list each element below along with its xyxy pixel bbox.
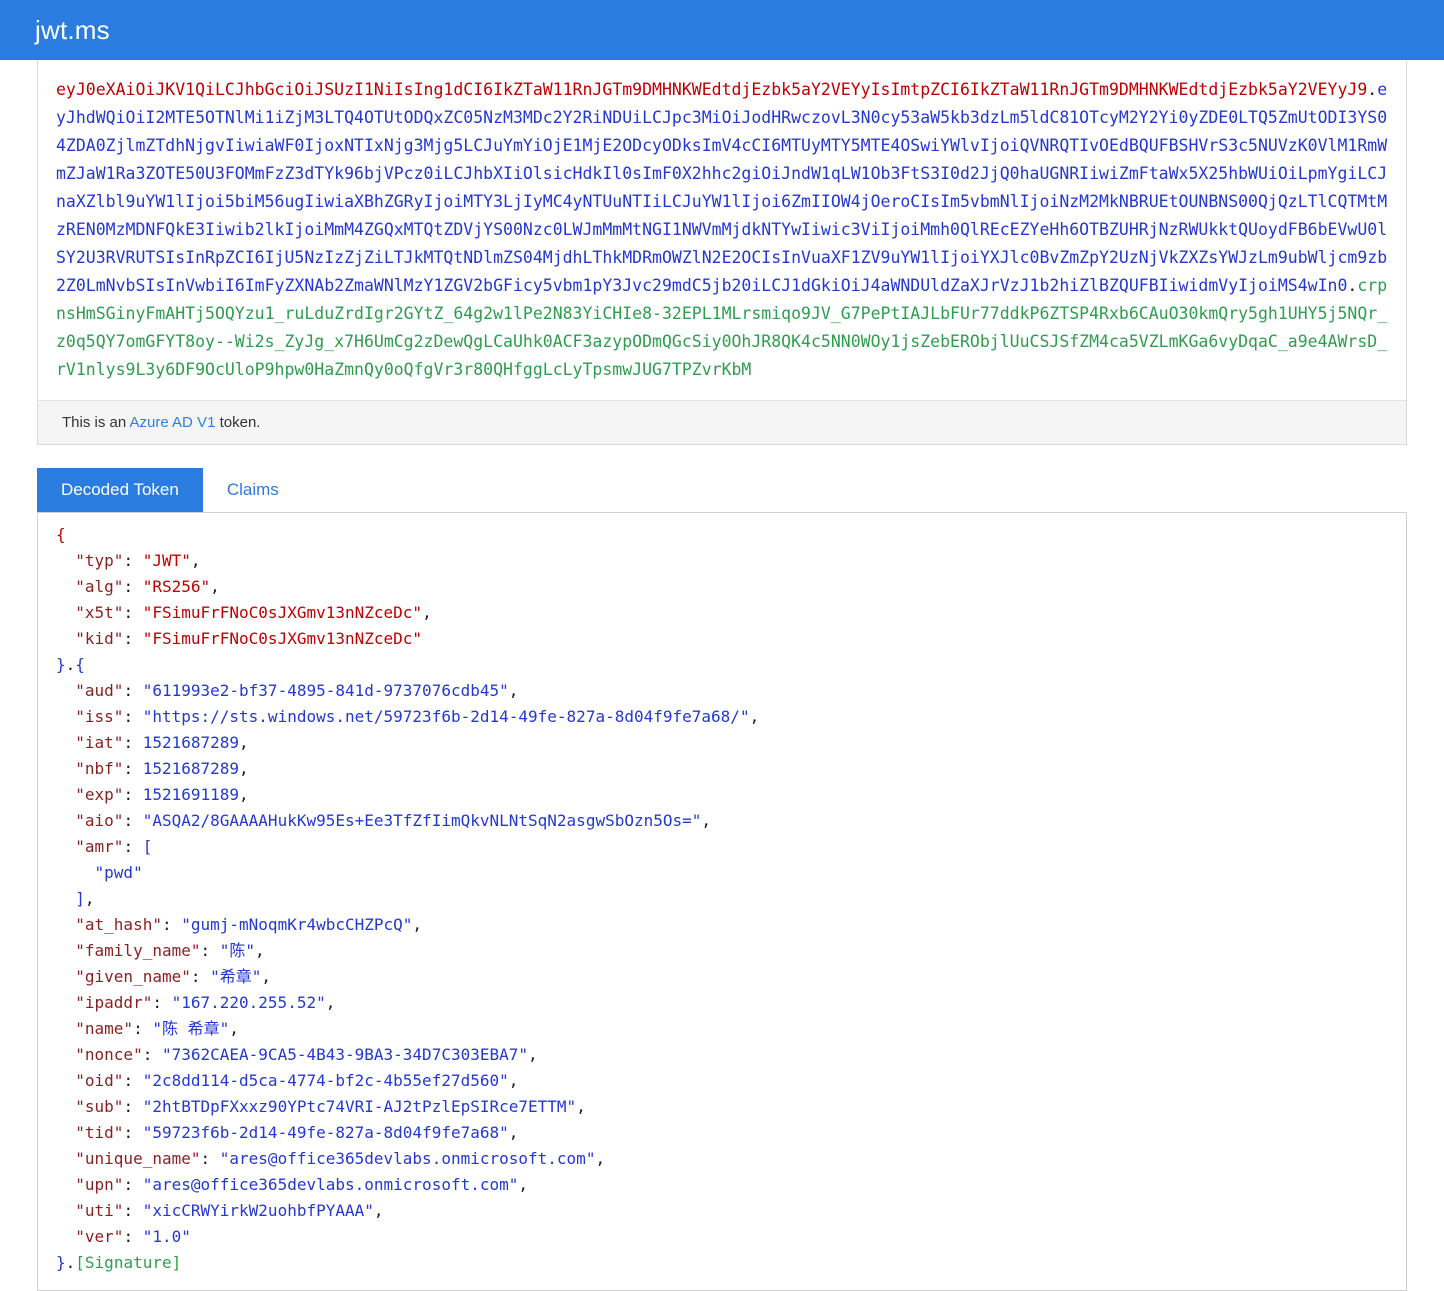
json-line: }.{: [56, 652, 1388, 678]
json-line: "at_hash": "gumj-mNoqmKr4wbcCHZPcQ",: [56, 912, 1388, 938]
json-line: "upn": "ares@office365devlabs.onmicrosof…: [56, 1172, 1388, 1198]
json-line: "exp": 1521691189,: [56, 782, 1388, 808]
json-line: "ipaddr": "167.220.255.52",: [56, 990, 1388, 1016]
json-line: "name": "陈 希章",: [56, 1016, 1388, 1042]
decoded-json: { "typ": "JWT", "alg": "RS256", "x5t": "…: [37, 512, 1407, 1291]
json-line: "alg": "RS256",: [56, 574, 1388, 600]
json-line: "aud": "611993e2-bf37-4895-841d-9737076c…: [56, 678, 1388, 704]
token-note-prefix: This is an: [62, 414, 130, 431]
tab-claims[interactable]: Claims: [203, 468, 303, 512]
token-payload-part: eyJhdWQiOiI2MTE5OTNlMi1iZjM3LTQ4OTUtODQx…: [56, 80, 1387, 295]
json-line: "aio": "ASQA2/8GAAAAHukKw95Es+Ee3TfZfIim…: [56, 808, 1388, 834]
json-line: "kid": "FSimuFrFNoC0sJXGmv13nNZceDc": [56, 626, 1388, 652]
app-title: jwt.ms: [35, 15, 110, 46]
json-line: "nbf": 1521687289,: [56, 756, 1388, 782]
tab-decoded-token[interactable]: Decoded Token: [37, 468, 203, 512]
json-line: }.[Signature]: [56, 1250, 1388, 1276]
azure-ad-v1-link[interactable]: Azure AD V1: [130, 414, 216, 431]
json-line: "ver": "1.0": [56, 1224, 1388, 1250]
json-line: "oid": "2c8dd114-d5ca-4774-bf2c-4b55ef27…: [56, 1068, 1388, 1094]
json-line: "given_name": "希章",: [56, 964, 1388, 990]
app-header: jwt.ms: [0, 0, 1444, 60]
json-line: "family_name": "陈",: [56, 938, 1388, 964]
token-separator: .: [1347, 276, 1357, 295]
json-line: "amr": [: [56, 834, 1388, 860]
json-line: "iss": "https://sts.windows.net/59723f6b…: [56, 704, 1388, 730]
json-line: "uti": "xicCRWYirkW2uohbfPYAAA",: [56, 1198, 1388, 1224]
json-line: "sub": "2htBTDpFXxxz90YPtc74VRI-AJ2tPzlE…: [56, 1094, 1388, 1120]
json-line: {: [56, 522, 1388, 548]
token-type-note: This is an Azure AD V1 token.: [38, 400, 1406, 444]
json-line: "nonce": "7362CAEA-9CA5-4B43-9BA3-34D7C3…: [56, 1042, 1388, 1068]
json-line: "x5t": "FSimuFrFNoC0sJXGmv13nNZceDc",: [56, 600, 1388, 626]
token-header-part: eyJ0eXAiOiJKV1QiLCJhbGciOiJSUzI1NiIsIng1…: [56, 80, 1367, 99]
json-line: "iat": 1521687289,: [56, 730, 1388, 756]
tab-bar: Decoded Token Claims: [37, 468, 1407, 512]
json-line: ],: [56, 886, 1388, 912]
json-line: "pwd": [56, 860, 1388, 886]
main-content: eyJ0eXAiOiJKV1QiLCJhbGciOiJSUzI1NiIsIng1…: [37, 60, 1407, 1291]
json-line: "tid": "59723f6b-2d14-49fe-827a-8d04f9fe…: [56, 1120, 1388, 1146]
token-note-suffix: token.: [215, 414, 260, 431]
token-input[interactable]: eyJ0eXAiOiJKV1QiLCJhbGciOiJSUzI1NiIsIng1…: [38, 60, 1406, 400]
json-line: "unique_name": "ares@office365devlabs.on…: [56, 1146, 1388, 1172]
token-separator: .: [1367, 80, 1377, 99]
token-box: eyJ0eXAiOiJKV1QiLCJhbGciOiJSUzI1NiIsIng1…: [37, 60, 1407, 445]
json-line: "typ": "JWT",: [56, 548, 1388, 574]
